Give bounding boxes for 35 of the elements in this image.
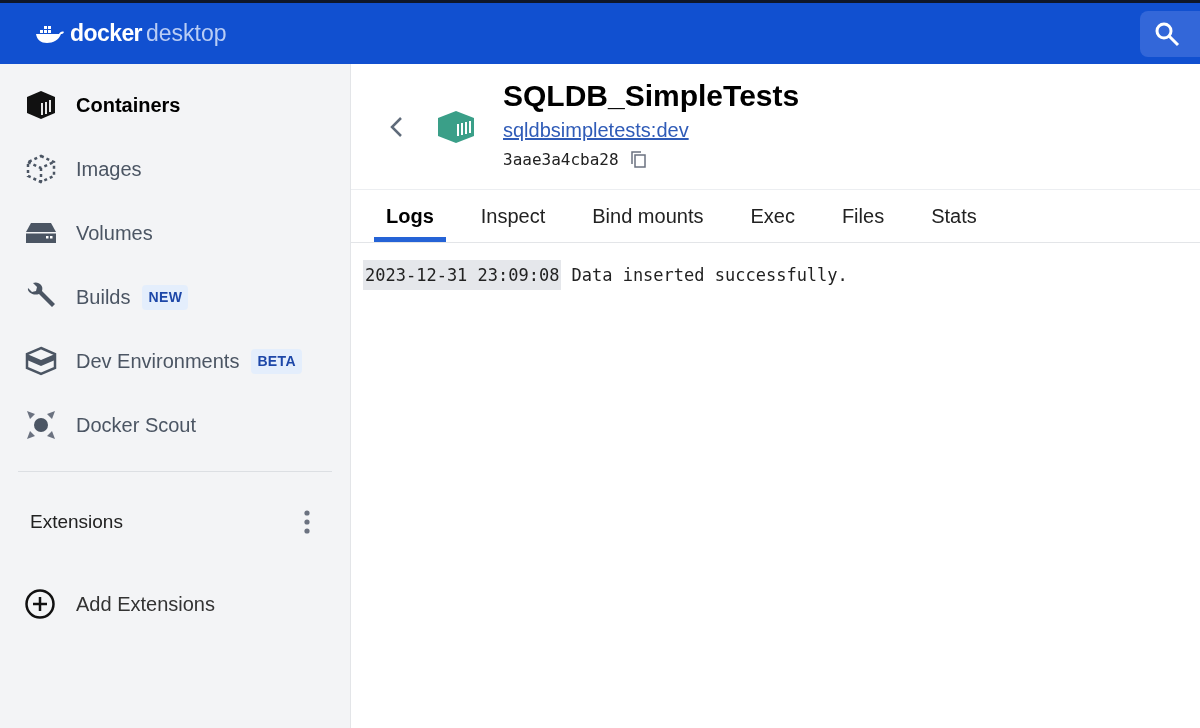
more-options-icon[interactable]	[304, 510, 310, 534]
logo-text: desktop	[146, 19, 227, 49]
status-badge: BETA	[251, 348, 302, 374]
sidebar-item[interactable]: Containers	[18, 73, 332, 137]
section-heading: Extensions	[30, 509, 123, 534]
container-name: SQLDB_SimpleTests	[503, 77, 800, 114]
box-icon	[24, 346, 57, 376]
container-icon	[24, 89, 57, 121]
sidebar-item[interactable]: Builds NEW	[18, 265, 332, 329]
sidebar-item[interactable]: Images	[18, 137, 332, 201]
drive-icon	[24, 222, 57, 244]
log-message: Data inserted successfully.	[571, 264, 848, 287]
container-id: 3aae3a4cba28	[503, 148, 619, 171]
scout-icon	[24, 409, 57, 441]
dashed-cube-icon	[24, 153, 57, 185]
status-badge: NEW	[142, 284, 189, 310]
sidebar-item[interactable]: Dev Environments BETA	[18, 329, 332, 393]
log-timestamp: 2023-12-31 23:09:08	[363, 260, 562, 290]
tab[interactable]: Bind mounts	[580, 194, 716, 242]
tab[interactable]: Inspect	[468, 194, 558, 242]
tab[interactable]: Files	[829, 194, 897, 242]
add-extensions-link[interactable]: Add Extensions	[0, 584, 350, 624]
tab[interactable]: Stats	[919, 194, 989, 242]
tab[interactable]: Logs	[374, 194, 446, 242]
copy-icon[interactable]	[630, 151, 646, 168]
search-button[interactable]	[1140, 10, 1200, 57]
sidebar-item[interactable]: Docker Scout	[18, 393, 332, 457]
search-icon	[1154, 20, 1180, 47]
plus-circle-icon	[24, 588, 56, 620]
sidebar-item[interactable]: Volumes	[18, 201, 332, 265]
whale-logo-icon	[36, 23, 64, 44]
image-link[interactable]: sqldbsimpletests:dev	[503, 113, 689, 146]
tab[interactable]: Exec	[738, 194, 807, 242]
container-icon	[437, 109, 475, 144]
logo-text: docker	[70, 19, 142, 49]
